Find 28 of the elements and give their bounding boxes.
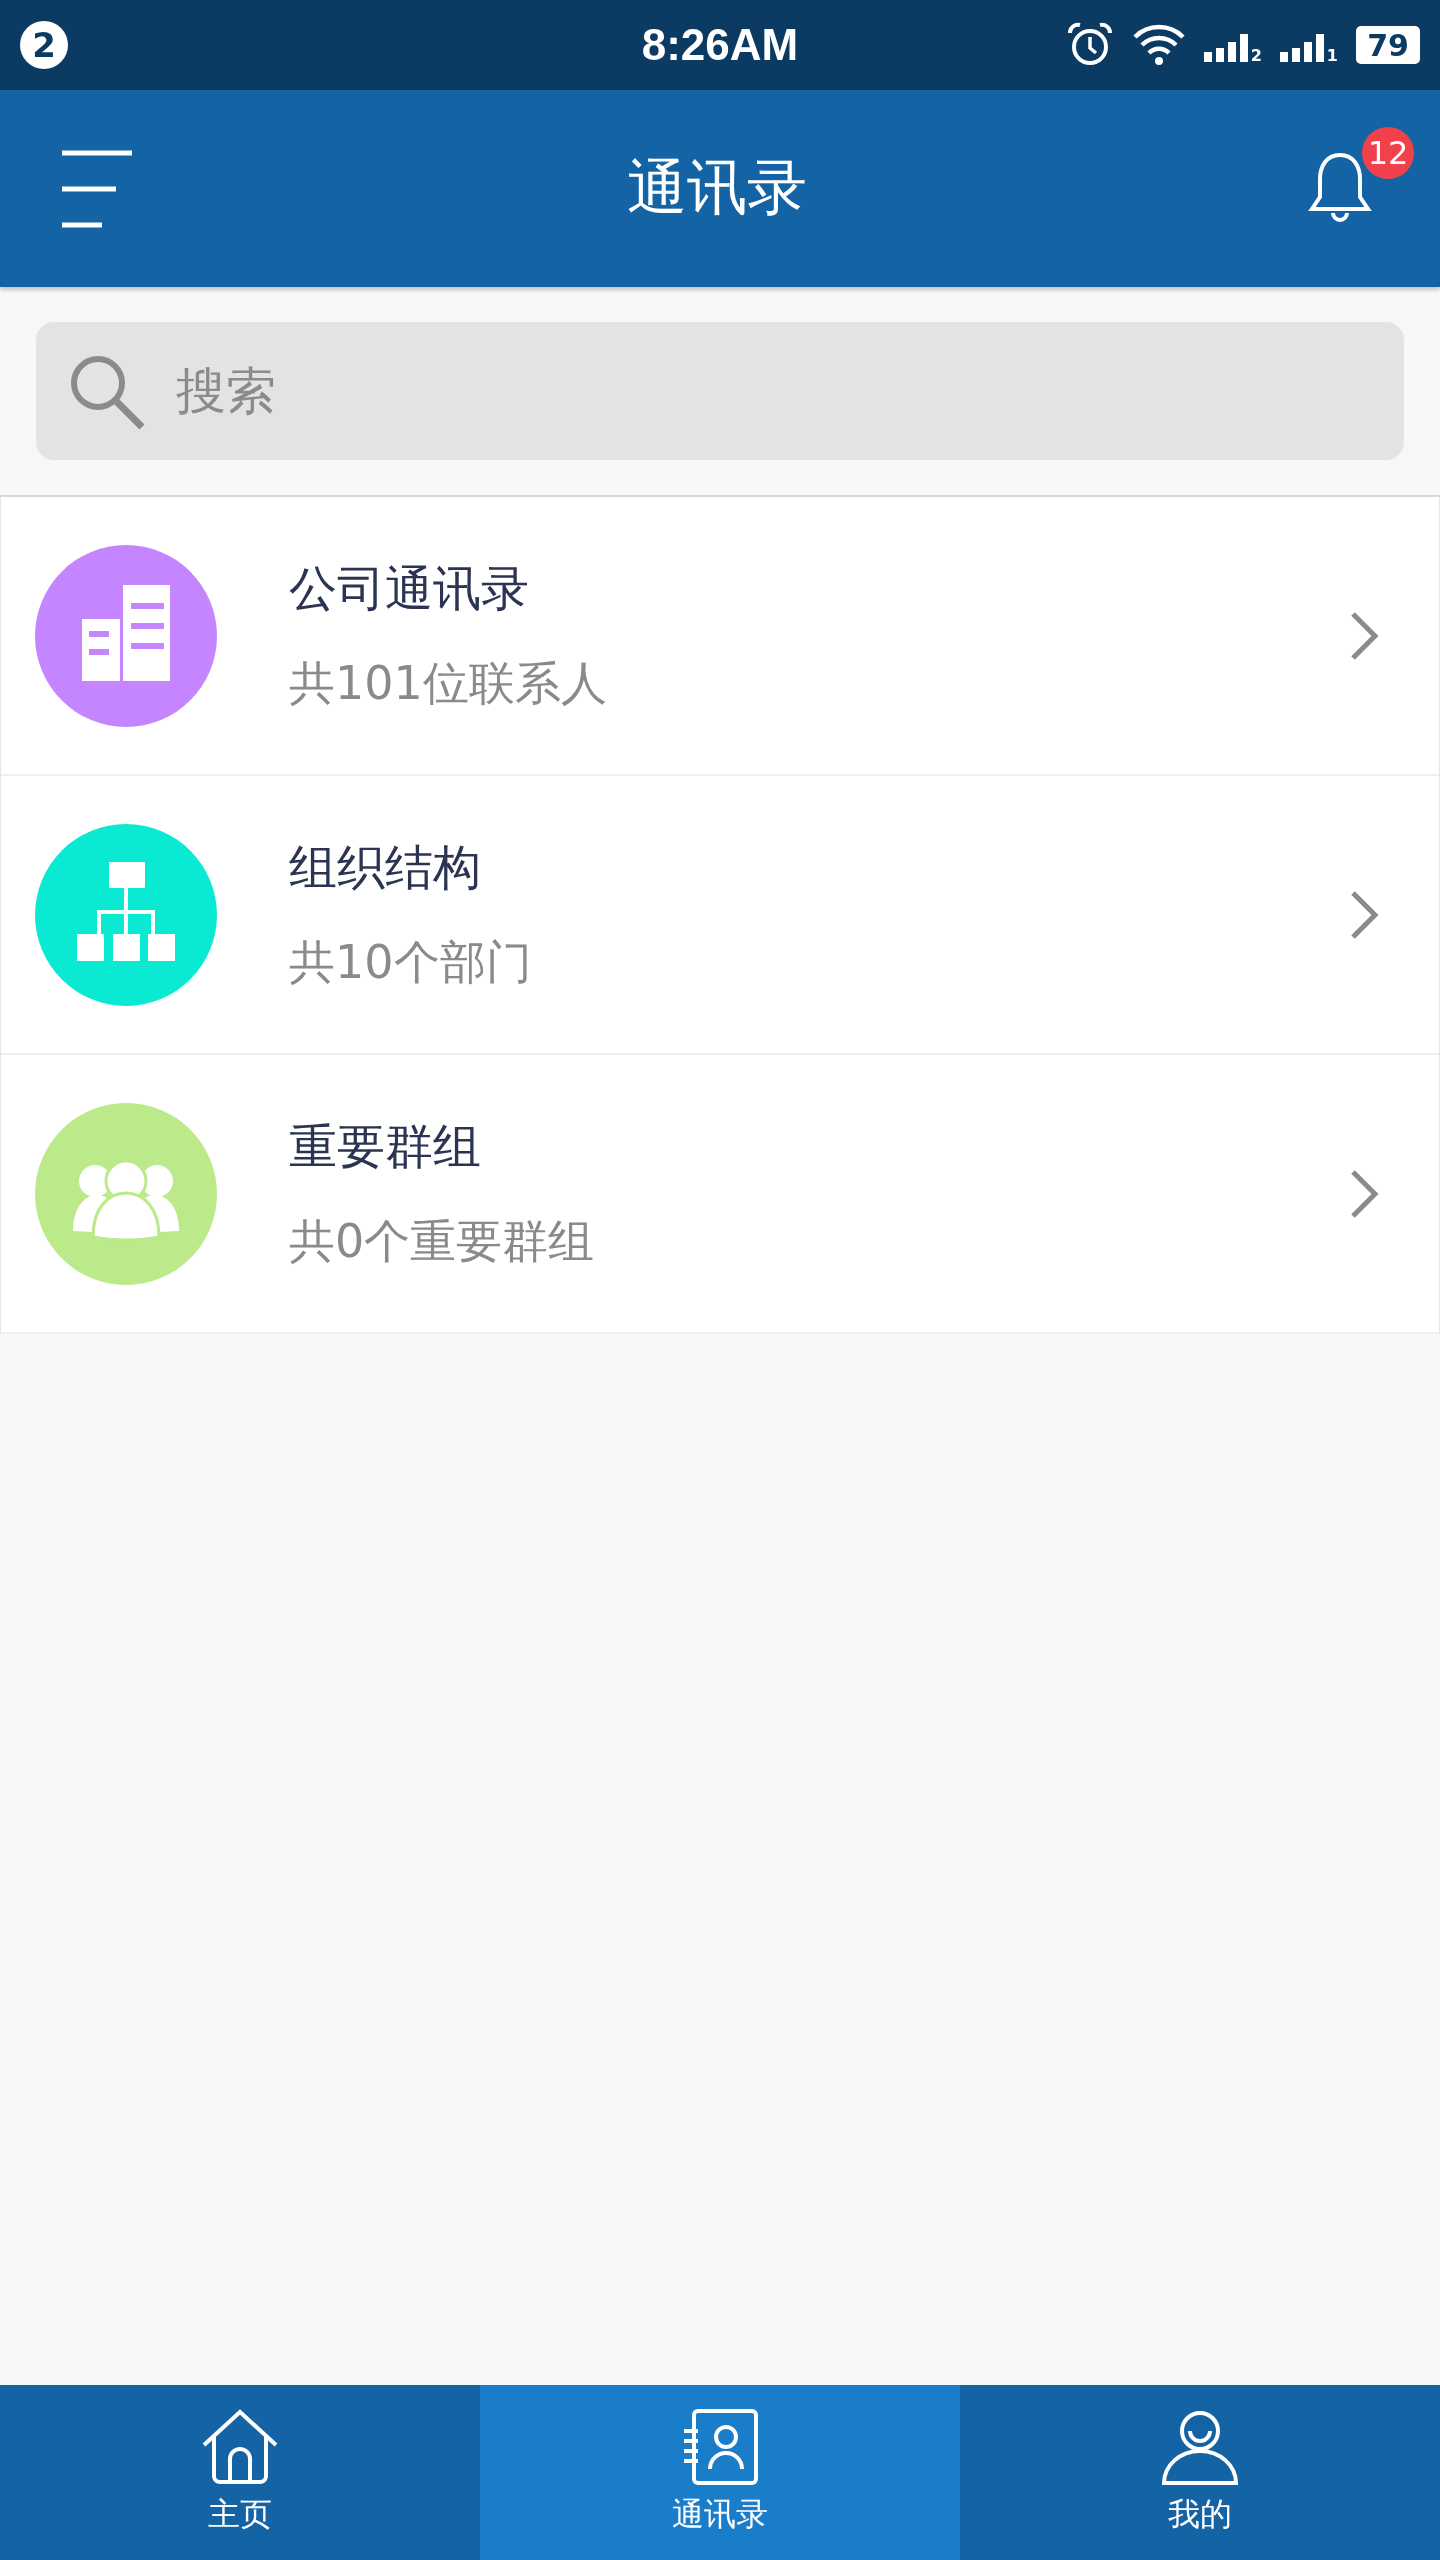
sim-number: 1 [1326, 48, 1338, 64]
menu-icon[interactable] [60, 148, 134, 229]
item-subtitle: 共101位联系人 [289, 654, 608, 712]
nav-tab[interactable]: 通讯录 [480, 2385, 960, 2560]
wifi-icon [1132, 23, 1186, 67]
item-title: 公司通讯录 [289, 558, 530, 618]
item-title: 重要群组 [289, 1116, 482, 1176]
search-bar[interactable]: 搜索 [36, 322, 1404, 460]
battery-level: 79 [1367, 27, 1409, 63]
notification-badge: 12 [1362, 126, 1414, 179]
notification-count: 2 [20, 21, 68, 69]
clock-time: 8:26AM [641, 20, 799, 70]
page-title: 通讯录 [627, 151, 807, 224]
sim-number: 2 [1250, 48, 1262, 64]
chevron-right-icon [1349, 1167, 1379, 1220]
signal-bars-icon [1204, 34, 1248, 62]
contact-category-item[interactable]: 组织结构 共10个部门 [1, 776, 1439, 1055]
search-field[interactable]: 搜索 [174, 361, 1374, 421]
user-icon [1160, 2408, 1240, 2485]
item-subtitle: 共10个部门 [289, 933, 533, 991]
chevron-right-icon [1349, 888, 1379, 941]
contact-category-item[interactable]: 重要群组 共0个重要群组 [1, 1055, 1439, 1334]
item-title: 组织结构 [289, 837, 482, 897]
chevron-right-icon [1349, 609, 1379, 662]
home-icon [200, 2408, 280, 2485]
signal-bars-icon [1280, 34, 1324, 62]
item-subtitle: 共0个重要群组 [289, 1212, 596, 1270]
contact-category-item[interactable]: 公司通讯录 共101位联系人 [1, 497, 1439, 776]
